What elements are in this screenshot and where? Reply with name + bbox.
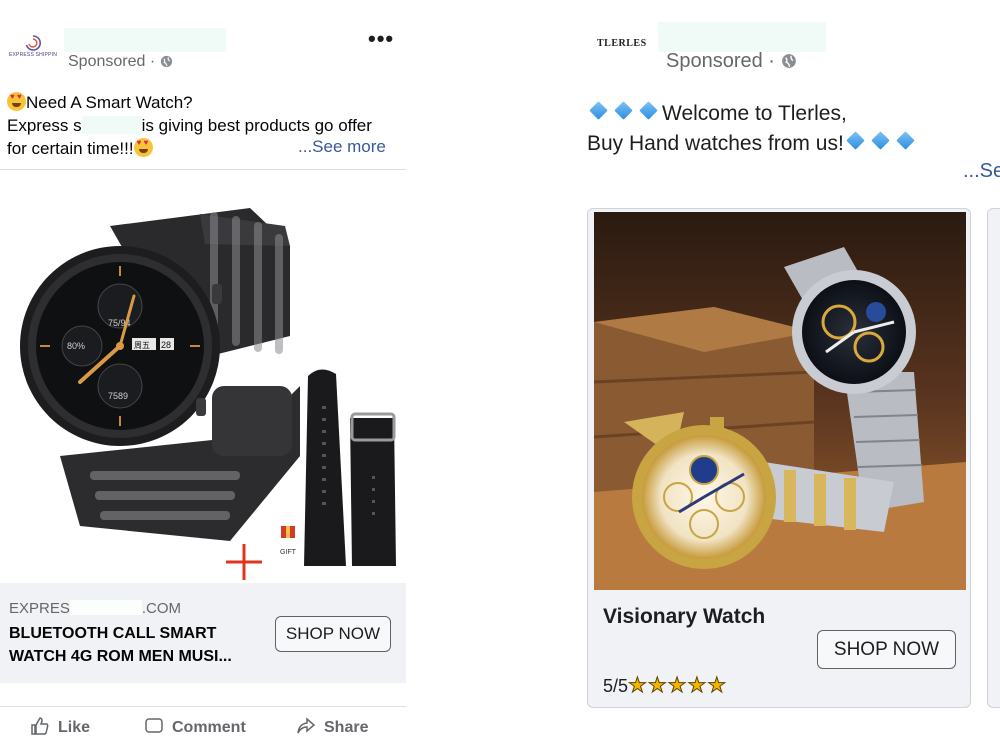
see-more-link[interactable]: ...Se	[963, 160, 1000, 183]
like-button[interactable]: Like	[30, 716, 90, 737]
link-preview-footer[interactable]: EXPRES .COM BLUETOOTH CALL SMART WATCH 4G…	[0, 583, 406, 683]
redacted-text	[81, 116, 142, 134]
thumbs-up-icon	[31, 717, 49, 735]
plus-icon	[226, 544, 262, 580]
product-title: BLUETOOTH CALL SMART WATCH 4G ROM MEN MU…	[9, 625, 232, 665]
share-label: Share	[324, 719, 369, 736]
rating-text: 5/5	[603, 676, 629, 696]
divider	[0, 706, 406, 707]
sponsored-text: Sponsored ·	[68, 53, 156, 70]
link-domain: EXPRES .COM	[9, 600, 181, 617]
post-line-2: Buy Hand watches from us!	[587, 132, 844, 155]
globe-icon	[160, 55, 172, 68]
sponsored-text: Sponsored ·	[666, 50, 775, 72]
comment-label: Comment	[172, 719, 246, 736]
see-more-link[interactable]: ...See more	[298, 137, 386, 157]
spare-strap	[304, 369, 396, 566]
sponsored-label: Sponsored ·	[666, 50, 797, 73]
shop-now-button[interactable]: SHOP NOW	[275, 616, 391, 652]
post-line-2b: is giving best products go offer	[141, 116, 372, 135]
more-options-icon[interactable]: •••	[368, 28, 394, 50]
share-button[interactable]: Share	[296, 716, 368, 737]
globe-icon	[781, 54, 796, 68]
rating: 5/5★★★★★	[603, 673, 727, 698]
blue-diamond-icon	[896, 131, 915, 150]
domain-suffix: .COM	[141, 600, 182, 617]
left-ad-post: EXPRESS SHIPPIN Sponsored · ••• Need A S…	[0, 0, 410, 750]
comment-button[interactable]: Comment	[144, 716, 246, 737]
smartwatch-product-image[interactable]: 75/94 80% 7589 周五 28 GIFT	[0, 186, 406, 583]
shop-now-button[interactable]: SHOP NOW	[817, 630, 956, 669]
product-title: Visionary Watch	[603, 605, 766, 628]
watch-readout-count: 7589	[108, 391, 128, 401]
right-ad-post: TLERLES Sponsored · Welcome to Tlerles, …	[570, 0, 1000, 750]
watch-readout-date: 28	[161, 340, 171, 350]
watch-readout-battery: 80%	[67, 341, 85, 351]
post-line-1: Welcome to Tlerles,	[662, 102, 847, 125]
share-icon	[297, 717, 316, 734]
divider	[0, 169, 406, 170]
swirl-logo-icon	[25, 35, 41, 51]
next-carousel-card[interactable]	[987, 208, 1000, 708]
post-line-3: for certain time!!!	[7, 139, 134, 158]
luxury-watches-product-image[interactable]	[594, 212, 966, 590]
carousel-card[interactable]: Visionary Watch SHOP NOW 5/5★★★★★	[587, 208, 971, 708]
advertiser-name-redacted	[658, 22, 826, 52]
post-line-2a: Express s	[7, 116, 82, 135]
blue-diamond-icon	[589, 101, 608, 120]
blue-diamond-icon	[614, 101, 633, 120]
crown-button	[212, 284, 222, 304]
like-label: Like	[58, 719, 91, 736]
advertiser-name-redacted	[64, 28, 226, 52]
watch-readout-day: 周五	[134, 341, 150, 350]
redacted-text	[69, 600, 142, 615]
advertiser-logo[interactable]: TLERLES	[597, 38, 647, 49]
blue-diamond-icon	[846, 131, 865, 150]
gift-icon: GIFT	[280, 526, 297, 556]
post-text: Welcome to Tlerles, Buy Hand watches fro…	[587, 99, 1000, 159]
heart-eyes-emoji-icon	[133, 138, 153, 157]
svg-text:GIFT: GIFT	[280, 549, 297, 556]
advertiser-logo-text: EXPRESS SHIPPIN	[8, 52, 57, 58]
domain-prefix: EXPRES	[9, 600, 70, 617]
heart-eyes-emoji-icon	[7, 92, 26, 111]
blue-diamond-icon	[871, 131, 890, 150]
advertiser-logo[interactable]: EXPRESS SHIPPIN	[8, 32, 58, 62]
post-line-1: Need A Smart Watch?	[26, 93, 193, 112]
comment-icon	[145, 718, 163, 733]
blue-diamond-icon	[639, 101, 658, 120]
sponsored-label: Sponsored ·	[68, 53, 173, 71]
star-icons: ★★★★★	[628, 674, 728, 698]
